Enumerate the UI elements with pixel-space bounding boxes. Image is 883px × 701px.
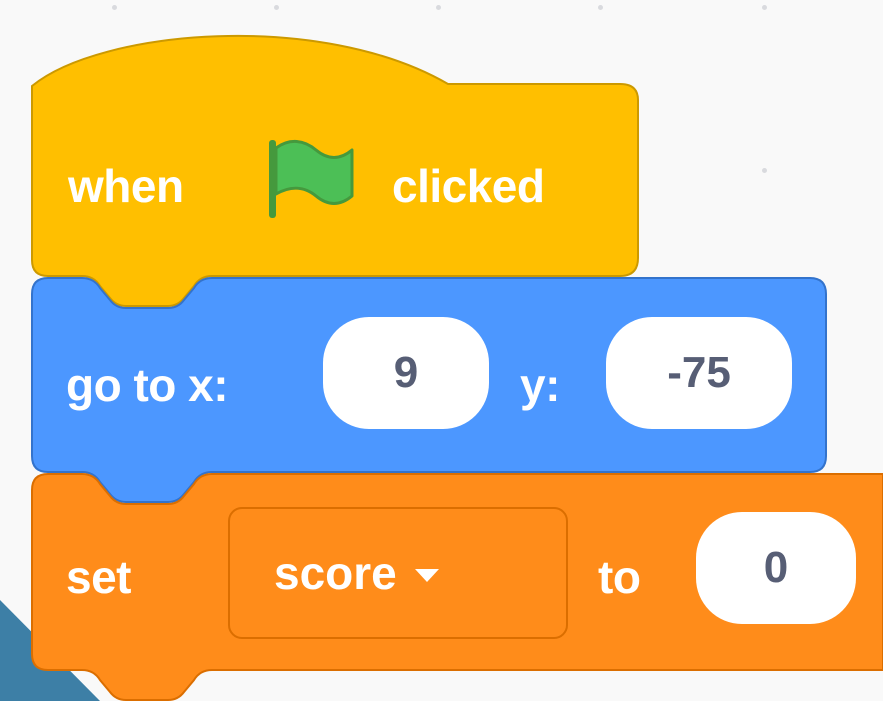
chevron-down-icon (414, 568, 439, 582)
variable-block-label-set: set (66, 551, 131, 603)
hat-block-label-when: when (68, 160, 184, 212)
motion-block-label-y: y: (520, 359, 560, 411)
hat-block-label-clicked: clicked (392, 160, 545, 212)
x-value-input[interactable]: 9 (323, 317, 489, 429)
variable-block-label-to: to (598, 551, 641, 603)
variable-dropdown-label: score (274, 547, 397, 599)
motion-block-label-goto: go to x: (66, 359, 229, 411)
scratch-workspace[interactable]: when clicked go to x: 9 y: -75 set score… (0, 0, 883, 701)
y-value-text: -75 (667, 348, 731, 397)
set-value-input[interactable]: 0 (696, 512, 856, 624)
x-value-text: 9 (393, 348, 419, 397)
y-value-input[interactable]: -75 (606, 317, 792, 429)
set-value-text: 0 (763, 543, 789, 592)
variable-dropdown[interactable]: score (228, 507, 568, 639)
